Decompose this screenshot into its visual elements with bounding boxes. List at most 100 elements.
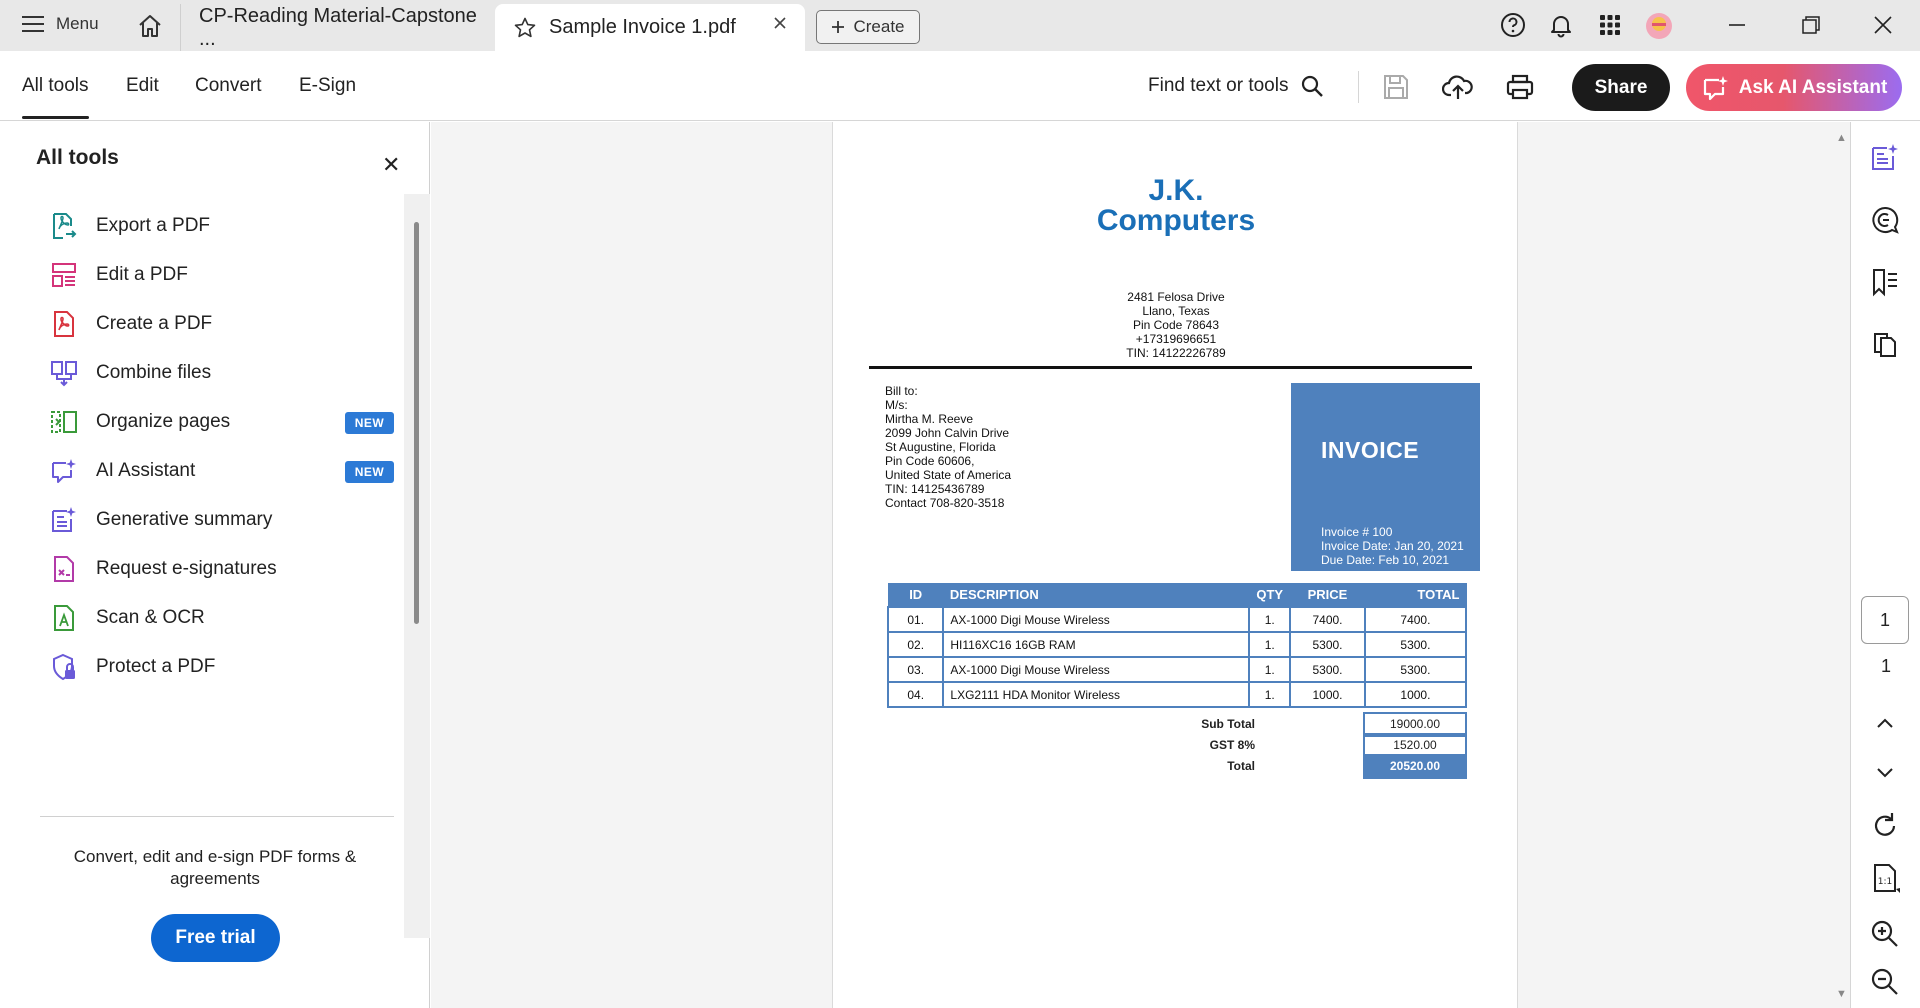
tool-combine-files[interactable]: Combine files bbox=[48, 353, 398, 393]
panel-scrollbar-thumb[interactable] bbox=[414, 222, 419, 624]
col-header-qty: QTY bbox=[1248, 583, 1291, 607]
create-button[interactable]: Create bbox=[816, 10, 920, 44]
main-toolbar: All tools Edit Convert E-Sign Find text … bbox=[0, 51, 1920, 121]
cell-total: 5300. bbox=[1363, 656, 1468, 683]
tool-label: Create a PDF bbox=[96, 313, 213, 334]
close-panel-icon[interactable]: ✕ bbox=[382, 152, 400, 178]
close-tab-icon[interactable] bbox=[773, 16, 787, 30]
address-line: +17319696651 bbox=[1135, 332, 1217, 346]
table-row: 03. AX-1000 Digi Mouse Wireless 1. 5300.… bbox=[886, 656, 1468, 683]
bookmark-icon[interactable] bbox=[1869, 266, 1901, 298]
scroll-down-arrow-icon[interactable]: ▼ bbox=[1836, 988, 1847, 1000]
minimize-icon[interactable] bbox=[1722, 10, 1752, 40]
hamburger-icon bbox=[22, 16, 44, 32]
print-icon[interactable] bbox=[1504, 71, 1536, 103]
tool-label: Organize pages bbox=[96, 411, 231, 432]
ask-ai-assistant-button[interactable]: Ask AI Assistant bbox=[1686, 64, 1902, 111]
find-tools-search[interactable]: Find text or tools bbox=[1148, 74, 1324, 98]
bill-to-line: 2099 John Calvin Drive bbox=[885, 426, 1010, 440]
home-icon[interactable] bbox=[136, 12, 164, 40]
invoice-header-box: INVOICE Invoice # 100 Invoice Date: Jan … bbox=[1291, 383, 1480, 571]
cell-id: 04. bbox=[886, 681, 945, 708]
restore-icon[interactable] bbox=[1796, 10, 1826, 40]
tool-scan-ocr[interactable]: Scan & OCR bbox=[48, 598, 398, 638]
cell-price: 1000. bbox=[1289, 681, 1366, 708]
cloud-upload-icon[interactable] bbox=[1442, 71, 1474, 103]
tool-export-pdf[interactable]: Export a PDF bbox=[48, 206, 398, 246]
bill-to-line: Bill to: bbox=[885, 384, 918, 398]
free-trial-button[interactable]: Free trial bbox=[151, 914, 280, 962]
share-button[interactable]: Share bbox=[1572, 64, 1670, 111]
tab-bar: Menu CP-Reading Material-Capstone ... Sa… bbox=[0, 0, 1920, 51]
grand-total-value: 20520.00 bbox=[1363, 754, 1467, 779]
company-name-line2: Computers bbox=[1096, 204, 1256, 237]
tool-label: Protect a PDF bbox=[96, 656, 216, 677]
ai-chat-icon bbox=[1703, 75, 1728, 100]
cell-total: 5300. bbox=[1363, 631, 1468, 658]
bill-to-line: Contact 708-820-3518 bbox=[885, 496, 1005, 510]
tool-create-pdf[interactable]: Create a PDF bbox=[48, 304, 398, 344]
tool-label: Generative summary bbox=[96, 509, 273, 530]
invoice-number: Invoice # 100 bbox=[1321, 525, 1393, 539]
cell-price: 5300. bbox=[1289, 656, 1366, 683]
tab-label: Sample Invoice 1.pdf bbox=[549, 16, 736, 38]
svg-text:1:1: 1:1 bbox=[1878, 877, 1892, 887]
menu-button[interactable]: Menu bbox=[22, 14, 99, 34]
nav-convert[interactable]: Convert bbox=[195, 75, 262, 97]
bell-icon[interactable] bbox=[1548, 12, 1574, 38]
cell-qty: 1. bbox=[1248, 631, 1292, 658]
close-window-icon[interactable] bbox=[1868, 10, 1898, 40]
scan-ocr-icon bbox=[54, 605, 74, 631]
actual-size-icon[interactable]: 1:1 bbox=[1869, 862, 1901, 894]
find-label: Find text or tools bbox=[1148, 75, 1289, 96]
scroll-up-arrow-icon[interactable]: ▲ bbox=[1836, 132, 1847, 144]
line-items-table: ID DESCRIPTION QTY PRICE TOTAL 01. AX-10… bbox=[886, 583, 1468, 708]
menu-label: Menu bbox=[56, 14, 99, 33]
table-row: 02. HI116XC16 16GB RAM 1. 5300. 5300. bbox=[886, 631, 1468, 658]
ai-assistant-icon bbox=[52, 459, 76, 483]
edit-pdf-icon bbox=[52, 263, 76, 287]
document-viewer[interactable]: J.K. Computers 2481 Felosa Drive Llano, … bbox=[431, 122, 1850, 1008]
current-page-input[interactable]: 1 bbox=[1861, 596, 1909, 644]
organize-pages-icon bbox=[51, 411, 77, 433]
tool-request-esignatures[interactable]: Request e-signatures bbox=[48, 549, 398, 589]
pages-thumbnail-icon[interactable] bbox=[1869, 328, 1901, 360]
save-icon[interactable] bbox=[1380, 71, 1412, 103]
cell-description: AX-1000 Digi Mouse Wireless bbox=[942, 606, 1251, 633]
tab-label: CP-Reading Material-Capstone ... bbox=[199, 4, 477, 50]
company-address: 2481 Felosa Drive Llano, Texas Pin Code … bbox=[833, 290, 1519, 360]
help-icon[interactable] bbox=[1500, 12, 1526, 38]
bill-to-line: M/s: bbox=[885, 398, 908, 412]
comment-icon[interactable] bbox=[1869, 204, 1901, 236]
tab-sample-invoice[interactable]: Sample Invoice 1.pdf bbox=[495, 4, 805, 51]
zoom-out-icon[interactable] bbox=[1869, 966, 1901, 998]
rotate-icon[interactable] bbox=[1869, 810, 1901, 842]
protect-pdf-icon bbox=[53, 653, 75, 681]
invoice-meta: Invoice # 100 Invoice Date: Jan 20, 2021… bbox=[1321, 525, 1464, 567]
cell-qty: 1. bbox=[1248, 656, 1292, 683]
avatar[interactable] bbox=[1645, 12, 1673, 40]
nav-esign[interactable]: E-Sign bbox=[299, 75, 356, 97]
bill-to-line: Mirtha M. Reeve bbox=[885, 412, 974, 426]
tool-protect-pdf[interactable]: Protect a PDF bbox=[48, 647, 398, 687]
request-esign-icon bbox=[54, 556, 74, 582]
tab-capstone[interactable]: CP-Reading Material-Capstone ... bbox=[180, 4, 493, 51]
apps-grid-icon[interactable] bbox=[1597, 12, 1623, 38]
cell-total: 7400. bbox=[1363, 606, 1468, 633]
address-line: 2481 Felosa Drive bbox=[1127, 290, 1225, 304]
nav-all-tools[interactable]: All tools bbox=[22, 75, 89, 119]
total-label: Total bbox=[1227, 759, 1255, 773]
chevron-up-icon[interactable] bbox=[1869, 708, 1901, 740]
invoice-date: Invoice Date: Jan 20, 2021 bbox=[1321, 539, 1464, 553]
tool-generative-summary[interactable]: Generative summary bbox=[48, 500, 398, 540]
gst-label: GST 8% bbox=[1209, 738, 1255, 752]
chevron-down-icon[interactable] bbox=[1869, 756, 1901, 788]
create-pdf-icon bbox=[54, 311, 74, 337]
star-icon[interactable] bbox=[513, 16, 537, 40]
generative-summary-icon bbox=[52, 507, 76, 532]
generative-summary-icon[interactable] bbox=[1869, 142, 1901, 174]
tool-edit-pdf[interactable]: Edit a PDF bbox=[48, 255, 398, 295]
zoom-in-icon[interactable] bbox=[1869, 918, 1901, 950]
nav-edit[interactable]: Edit bbox=[126, 75, 159, 97]
col-header-description: DESCRIPTION bbox=[942, 583, 1250, 607]
